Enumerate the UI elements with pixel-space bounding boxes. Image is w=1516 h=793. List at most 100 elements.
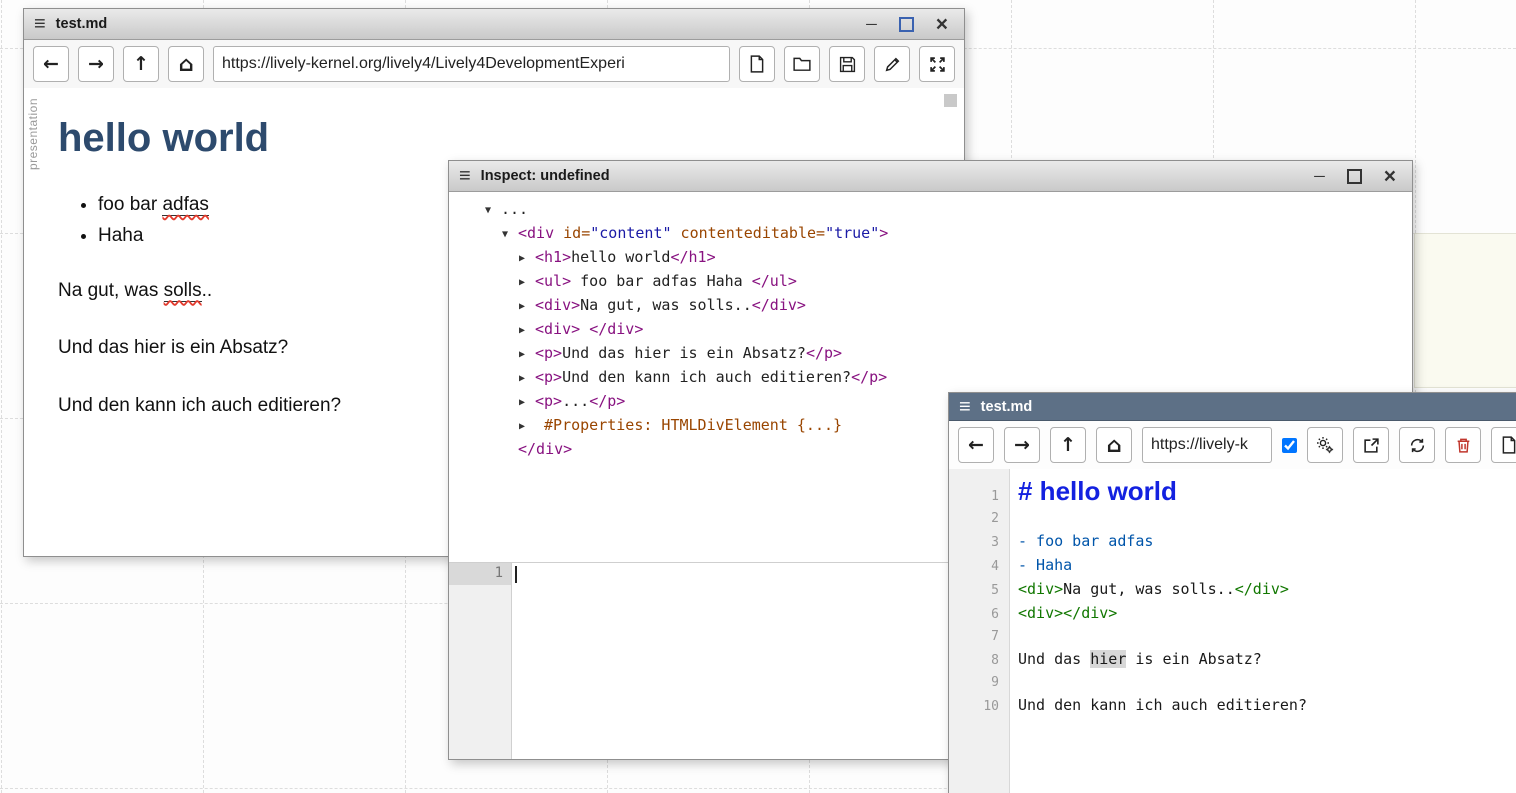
triangle-collapsed-icon[interactable]: ▶ — [519, 344, 535, 366]
editor-line[interactable]: 1 # hello world — [949, 474, 1516, 508]
url-input[interactable] — [213, 46, 730, 82]
triangle-collapsed-icon[interactable]: ▶ — [519, 320, 535, 342]
inspector-tree-node[interactable]: ▶<div> </div> — [485, 318, 1412, 342]
up-button[interactable]: ↑ — [123, 46, 159, 82]
code-segment: "content" — [590, 224, 671, 242]
inspector-tree-node[interactable]: ▶<ul> foo bar adfas Haha </ul> — [485, 270, 1412, 294]
code-segment: <p> — [535, 392, 562, 410]
home-button[interactable]: ⌂ — [1096, 427, 1132, 463]
line-number: 10 — [949, 696, 1009, 718]
triangle-collapsed-icon[interactable]: ▶ — [519, 296, 535, 318]
code-segment: <p> — [535, 344, 562, 362]
open-folder-button[interactable] — [784, 46, 820, 82]
titlebar[interactable]: ≡ test.md — [949, 393, 1516, 421]
forward-button[interactable]: → — [78, 46, 114, 82]
grid-line — [1, 0, 2, 793]
new-file-button[interactable] — [739, 46, 775, 82]
editor-line[interactable]: 2 — [949, 508, 1516, 530]
inspector-tree-node[interactable]: ▶<p>Und das hier is ein Absatz?</p> — [485, 342, 1412, 366]
inspector-tree-node[interactable]: ▶<div>Na gut, was solls..</div> — [485, 294, 1412, 318]
new-file-button[interactable] — [1491, 427, 1516, 463]
triangle-collapsed-icon[interactable]: ▶ — [519, 368, 535, 390]
fullscreen-button[interactable] — [919, 46, 955, 82]
back-icon: ← — [968, 436, 984, 455]
file-icon — [1501, 436, 1516, 454]
triangle-collapsed-icon[interactable]: ▶ — [519, 248, 535, 270]
window-menu-icon[interactable]: ≡ — [459, 166, 471, 186]
triangle-expanded-icon[interactable]: ▼ — [485, 200, 501, 222]
titlebar[interactable]: ≡ Inspect: undefined ─ × — [449, 161, 1412, 192]
inspector-tree-node[interactable]: ▼<div id="content" contenteditable="true… — [485, 222, 1412, 246]
editor-line[interactable]: 3- foo bar adfas — [949, 530, 1516, 554]
line-content: Und das hier is ein Absatz? — [1009, 648, 1262, 670]
text-cursor — [515, 566, 517, 583]
window-menu-icon[interactable]: ≡ — [959, 397, 971, 417]
code-segment: hier — [1090, 650, 1126, 668]
inspector-tree-node[interactable]: ▶<h1>hello world</h1> — [485, 246, 1412, 270]
code-segment: hello world — [571, 248, 670, 266]
maximize-icon[interactable] — [899, 17, 914, 32]
line-content: <div>Na gut, was solls..</div> — [1009, 578, 1289, 600]
expand-arrows-icon — [929, 56, 946, 73]
close-icon[interactable]: × — [936, 14, 948, 35]
code-segment: <div — [518, 224, 563, 242]
triangle-expanded-icon[interactable]: ▼ — [502, 224, 518, 246]
code-segment: foo bar adfas Haha — [571, 272, 752, 290]
forward-button[interactable]: → — [1004, 427, 1040, 463]
code-segment: <ul> — [535, 272, 571, 290]
line-number: 8 — [949, 650, 1009, 672]
pencil-icon — [884, 56, 901, 73]
code-segment: Und den kann ich auch editieren? — [562, 368, 851, 386]
editor-line[interactable]: 6<div></div> — [949, 602, 1516, 626]
editor-line[interactable]: 9 — [949, 672, 1516, 694]
back-button[interactable]: ← — [958, 427, 994, 463]
desktop: ≡ test.md ─ × ← → ↑ ⌂ — [0, 0, 1516, 793]
window-title: Inspect: undefined — [481, 168, 610, 184]
editor-line[interactable]: 4- Haha — [949, 554, 1516, 578]
home-button[interactable]: ⌂ — [168, 46, 204, 82]
line-number: 1 — [949, 486, 1009, 508]
edit-button[interactable] — [874, 46, 910, 82]
window-menu-icon[interactable]: ≡ — [34, 14, 46, 34]
url-input[interactable] — [1142, 427, 1272, 463]
minimize-icon[interactable]: ─ — [1314, 169, 1325, 184]
external-link-icon — [1363, 437, 1380, 454]
code-segment: "true" — [825, 224, 879, 242]
open-external-button[interactable] — [1353, 427, 1389, 463]
code-segment: <div> — [1018, 604, 1063, 622]
back-button[interactable]: ← — [33, 46, 69, 82]
code-segment: # hello world — [1018, 476, 1177, 506]
inspector-tree-node[interactable]: ▶<p>Und den kann ich auch editieren?</p> — [485, 366, 1412, 390]
titlebar[interactable]: ≡ test.md ─ × — [24, 9, 964, 40]
maximize-icon[interactable] — [1347, 169, 1362, 184]
code-segment: > — [879, 224, 888, 242]
options-checkbox[interactable] — [1282, 438, 1297, 453]
triangle-collapsed-icon[interactable]: ▶ — [519, 272, 535, 294]
line-content: <div></div> — [1009, 602, 1117, 624]
close-icon[interactable]: × — [1384, 166, 1396, 187]
editor-line[interactable]: 8Und das hier is ein Absatz? — [949, 648, 1516, 672]
home-icon: ⌂ — [178, 54, 193, 75]
refresh-button[interactable] — [1399, 427, 1435, 463]
code-segment: Und das — [1018, 650, 1090, 668]
up-button[interactable]: ↑ — [1050, 427, 1086, 463]
editor-gutter: 1 — [449, 563, 512, 759]
triangle-collapsed-icon[interactable]: ▶ — [519, 392, 535, 414]
paragraph-text: Na gut, was — [58, 280, 164, 301]
editor-line[interactable]: 7 — [949, 626, 1516, 648]
minimize-icon[interactable]: ─ — [866, 17, 877, 32]
editor-line[interactable]: 10Und den kann ich auch editieren? — [949, 694, 1516, 718]
delete-button[interactable] — [1445, 427, 1481, 463]
window-title: test.md — [56, 16, 108, 32]
inspector-tree-node[interactable]: ▼... — [485, 198, 1412, 222]
scrollbar-thumb[interactable] — [944, 94, 957, 107]
save-button[interactable] — [829, 46, 865, 82]
code-segment: - Haha — [1018, 556, 1072, 574]
line-number: 5 — [949, 580, 1009, 602]
triangle-collapsed-icon[interactable]: ▶ — [519, 416, 535, 438]
settings-button[interactable] — [1307, 427, 1343, 463]
editor-line[interactable]: 5<div>Na gut, was solls..</div> — [949, 578, 1516, 602]
code-segment — [580, 320, 589, 338]
source-code-editor[interactable]: 1# hello world23- foo bar adfas4- Haha5<… — [949, 469, 1516, 793]
window-controls: ─ × — [866, 14, 954, 35]
